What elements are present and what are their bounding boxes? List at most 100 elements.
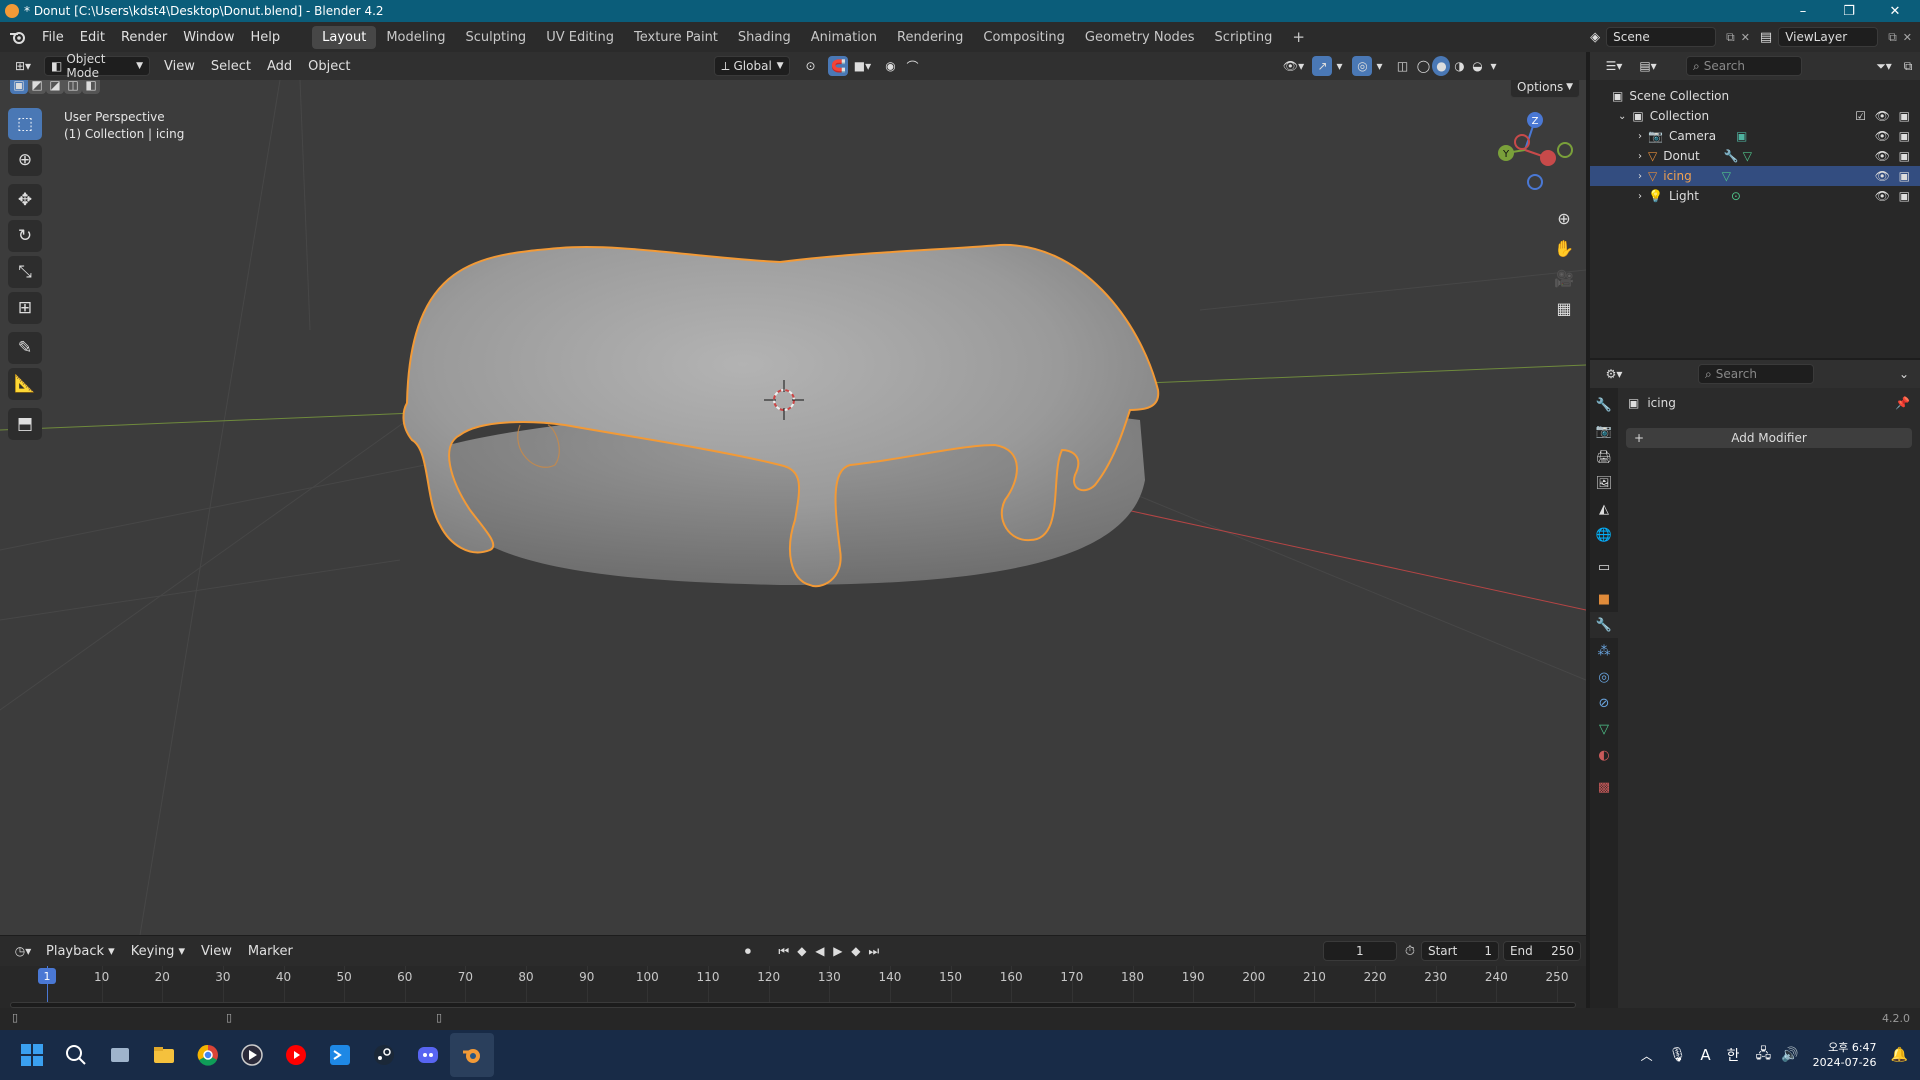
chevron-right-icon[interactable]: › xyxy=(1638,191,1642,202)
outliner-item-light[interactable]: › 💡 Light ⊙ 👁 ▣ xyxy=(1590,186,1920,206)
3d-viewport[interactable]: Z Y User Perspective (1) Collection | ic… xyxy=(0,80,1586,935)
overlay-menu-icon[interactable]: ▾ xyxy=(1372,56,1386,76)
maximize-button[interactable]: ❐ xyxy=(1826,0,1872,22)
collection-tab-icon[interactable]: ▭ xyxy=(1590,554,1618,580)
shading-menu-icon[interactable]: ▾ xyxy=(1486,56,1500,76)
tab-modeling[interactable]: Modeling xyxy=(376,26,455,49)
wireframe-shading-icon[interactable]: ◯ xyxy=(1414,56,1432,76)
transform-orientation-dropdown[interactable]: ⟂ Global ▼ xyxy=(714,56,791,76)
solid-shading-icon[interactable]: ● xyxy=(1432,56,1451,76)
object-mode-dropdown[interactable]: ◧ Object Mode ▼ xyxy=(44,52,150,80)
tab-layout[interactable]: Layout xyxy=(312,25,377,49)
menu-help[interactable]: Help xyxy=(243,30,289,45)
camera-view-icon[interactable]: 🎥 xyxy=(1549,264,1579,292)
outliner-item-camera[interactable]: › 📷 Camera ▣ 👁 ▣ xyxy=(1590,126,1920,146)
auto-keying-icon[interactable]: ⏺ xyxy=(737,941,759,961)
menu-timeline-view[interactable]: View xyxy=(193,944,240,959)
tab-shading[interactable]: Shading xyxy=(728,26,801,49)
outliner-scene-collection[interactable]: ▣ Scene Collection xyxy=(1590,86,1920,106)
play-reverse-icon[interactable]: ◀ xyxy=(811,941,829,961)
tab-animation[interactable]: Animation xyxy=(801,26,887,49)
end-frame-field[interactable]: End 250 xyxy=(1502,941,1581,961)
steam-icon[interactable] xyxy=(362,1033,406,1077)
select-box-icon[interactable]: ⬚ xyxy=(8,108,42,140)
playhead-frame[interactable]: 1 xyxy=(38,968,56,984)
media-player-icon[interactable] xyxy=(230,1033,274,1077)
editor-type-icon[interactable]: ⊞▾ xyxy=(6,55,40,77)
eye-icon[interactable]: 👁 xyxy=(1875,169,1890,183)
tab-compositing[interactable]: Compositing xyxy=(973,26,1075,49)
properties-search-input[interactable]: ⌕ Search xyxy=(1698,364,1814,384)
annotate-icon[interactable]: ✎ xyxy=(8,332,42,364)
vscode-icon[interactable] xyxy=(318,1033,362,1077)
delete-view-layer-icon[interactable]: ✕ xyxy=(1903,31,1912,44)
jump-end-icon[interactable]: ⏭ xyxy=(865,941,883,961)
physics-tab-icon[interactable]: ◎ xyxy=(1590,664,1618,690)
texture-tab-icon[interactable]: ▩ xyxy=(1590,774,1618,800)
search-icon[interactable] xyxy=(54,1033,98,1077)
chevron-right-icon[interactable]: › xyxy=(1638,151,1642,162)
select-subtract-icon[interactable]: ◪ xyxy=(46,80,64,94)
cursor-icon[interactable]: ⊕ xyxy=(8,144,42,176)
menu-marker[interactable]: Marker xyxy=(240,944,301,959)
next-keyframe-icon[interactable]: ◆ xyxy=(847,941,865,961)
menu-render[interactable]: Render xyxy=(113,30,175,45)
tab-uv-editing[interactable]: UV Editing xyxy=(536,26,624,49)
render-tab-icon[interactable]: 📷 xyxy=(1590,418,1618,444)
outliner-editor-icon[interactable]: ☰▾ xyxy=(1600,56,1628,76)
menu-object[interactable]: Object xyxy=(300,59,358,74)
visibility-icon[interactable]: 👁▾ xyxy=(1278,56,1308,76)
output-tab-icon[interactable]: 🖨 xyxy=(1590,444,1618,470)
current-frame-field[interactable]: 1 xyxy=(1322,941,1397,961)
falloff-icon[interactable]: ⌒ xyxy=(900,56,924,76)
tab-scripting[interactable]: Scripting xyxy=(1205,26,1283,49)
add-modifier-button[interactable]: + Add Modifier xyxy=(1626,428,1912,448)
eye-icon[interactable]: 👁 xyxy=(1875,109,1890,123)
outliner-item-donut[interactable]: › ▽ Donut 🔧 ▽ 👁 ▣ xyxy=(1590,146,1920,166)
blender-icon[interactable] xyxy=(450,1033,494,1077)
object-tab-icon[interactable]: ■ xyxy=(1590,586,1618,612)
camera-render-icon[interactable]: ▣ xyxy=(1899,129,1910,143)
overlay-toggle-icon[interactable]: ◎ xyxy=(1352,56,1373,76)
measure-icon[interactable]: 📐 xyxy=(8,368,42,400)
world-tab-icon[interactable]: 🌐 xyxy=(1590,522,1618,548)
file-explorer-icon[interactable] xyxy=(142,1033,186,1077)
scene-selector[interactable]: Scene xyxy=(1606,27,1717,47)
clock[interactable]: 오후 6:47 2024-07-26 xyxy=(1813,1040,1877,1070)
eye-icon[interactable]: 👁 xyxy=(1875,149,1890,163)
preview-range-icon[interactable]: ⏱ xyxy=(1405,944,1415,959)
rendered-shading-icon[interactable]: ◒ xyxy=(1468,56,1486,76)
menu-file[interactable]: File xyxy=(34,30,72,45)
notification-icon[interactable]: 🔔 xyxy=(1891,1047,1908,1063)
blender-menu-icon[interactable] xyxy=(0,30,34,44)
select-invert-icon[interactable]: ◫ xyxy=(64,80,82,94)
start-frame-field[interactable]: Start 1 xyxy=(1420,941,1499,961)
tab-rendering[interactable]: Rendering xyxy=(887,26,973,49)
pan-hand-icon[interactable]: ✋ xyxy=(1549,234,1579,262)
data-tab-icon[interactable]: ▽ xyxy=(1590,716,1618,742)
eye-icon[interactable]: 👁 xyxy=(1875,189,1890,203)
tab-sculpting[interactable]: Sculpting xyxy=(455,26,536,49)
menu-select[interactable]: Select xyxy=(203,59,259,74)
filter-icon[interactable]: ⏷▾ xyxy=(1870,56,1898,76)
scene-icon[interactable]: ◈ xyxy=(1590,30,1600,45)
discord-icon[interactable] xyxy=(406,1033,450,1077)
material-shading-icon[interactable]: ◑ xyxy=(1450,56,1468,76)
rotate-icon[interactable]: ↻ xyxy=(8,220,42,252)
tab-geometry-nodes[interactable]: Geometry Nodes xyxy=(1075,26,1205,49)
scene-tab-icon[interactable]: ◭ xyxy=(1590,496,1618,522)
proportional-edit-icon[interactable]: ◉ xyxy=(880,56,900,76)
camera-render-icon[interactable]: ▣ xyxy=(1899,169,1910,183)
particles-tab-icon[interactable]: ⁂ xyxy=(1590,638,1618,664)
play-icon[interactable]: ▶ xyxy=(829,941,847,961)
volume-icon[interactable]: 🔊 xyxy=(1781,1047,1798,1063)
pin-icon[interactable]: 📌 xyxy=(1895,396,1910,410)
prev-keyframe-icon[interactable]: ◆ xyxy=(793,941,811,961)
transform-icon[interactable]: ⊞ xyxy=(8,292,42,324)
perspective-toggle-icon[interactable]: ▦ xyxy=(1549,294,1579,322)
select-new-icon[interactable]: ▣ xyxy=(10,80,28,94)
outliner-collection[interactable]: ⌄ ▣ Collection ☑ 👁 ▣ xyxy=(1590,106,1920,126)
properties-editor-icon[interactable]: ⚙▾ xyxy=(1600,364,1628,384)
snap-target-icon[interactable]: ■▾ xyxy=(848,56,876,76)
ime-indicator[interactable]: A xyxy=(1700,1046,1710,1064)
